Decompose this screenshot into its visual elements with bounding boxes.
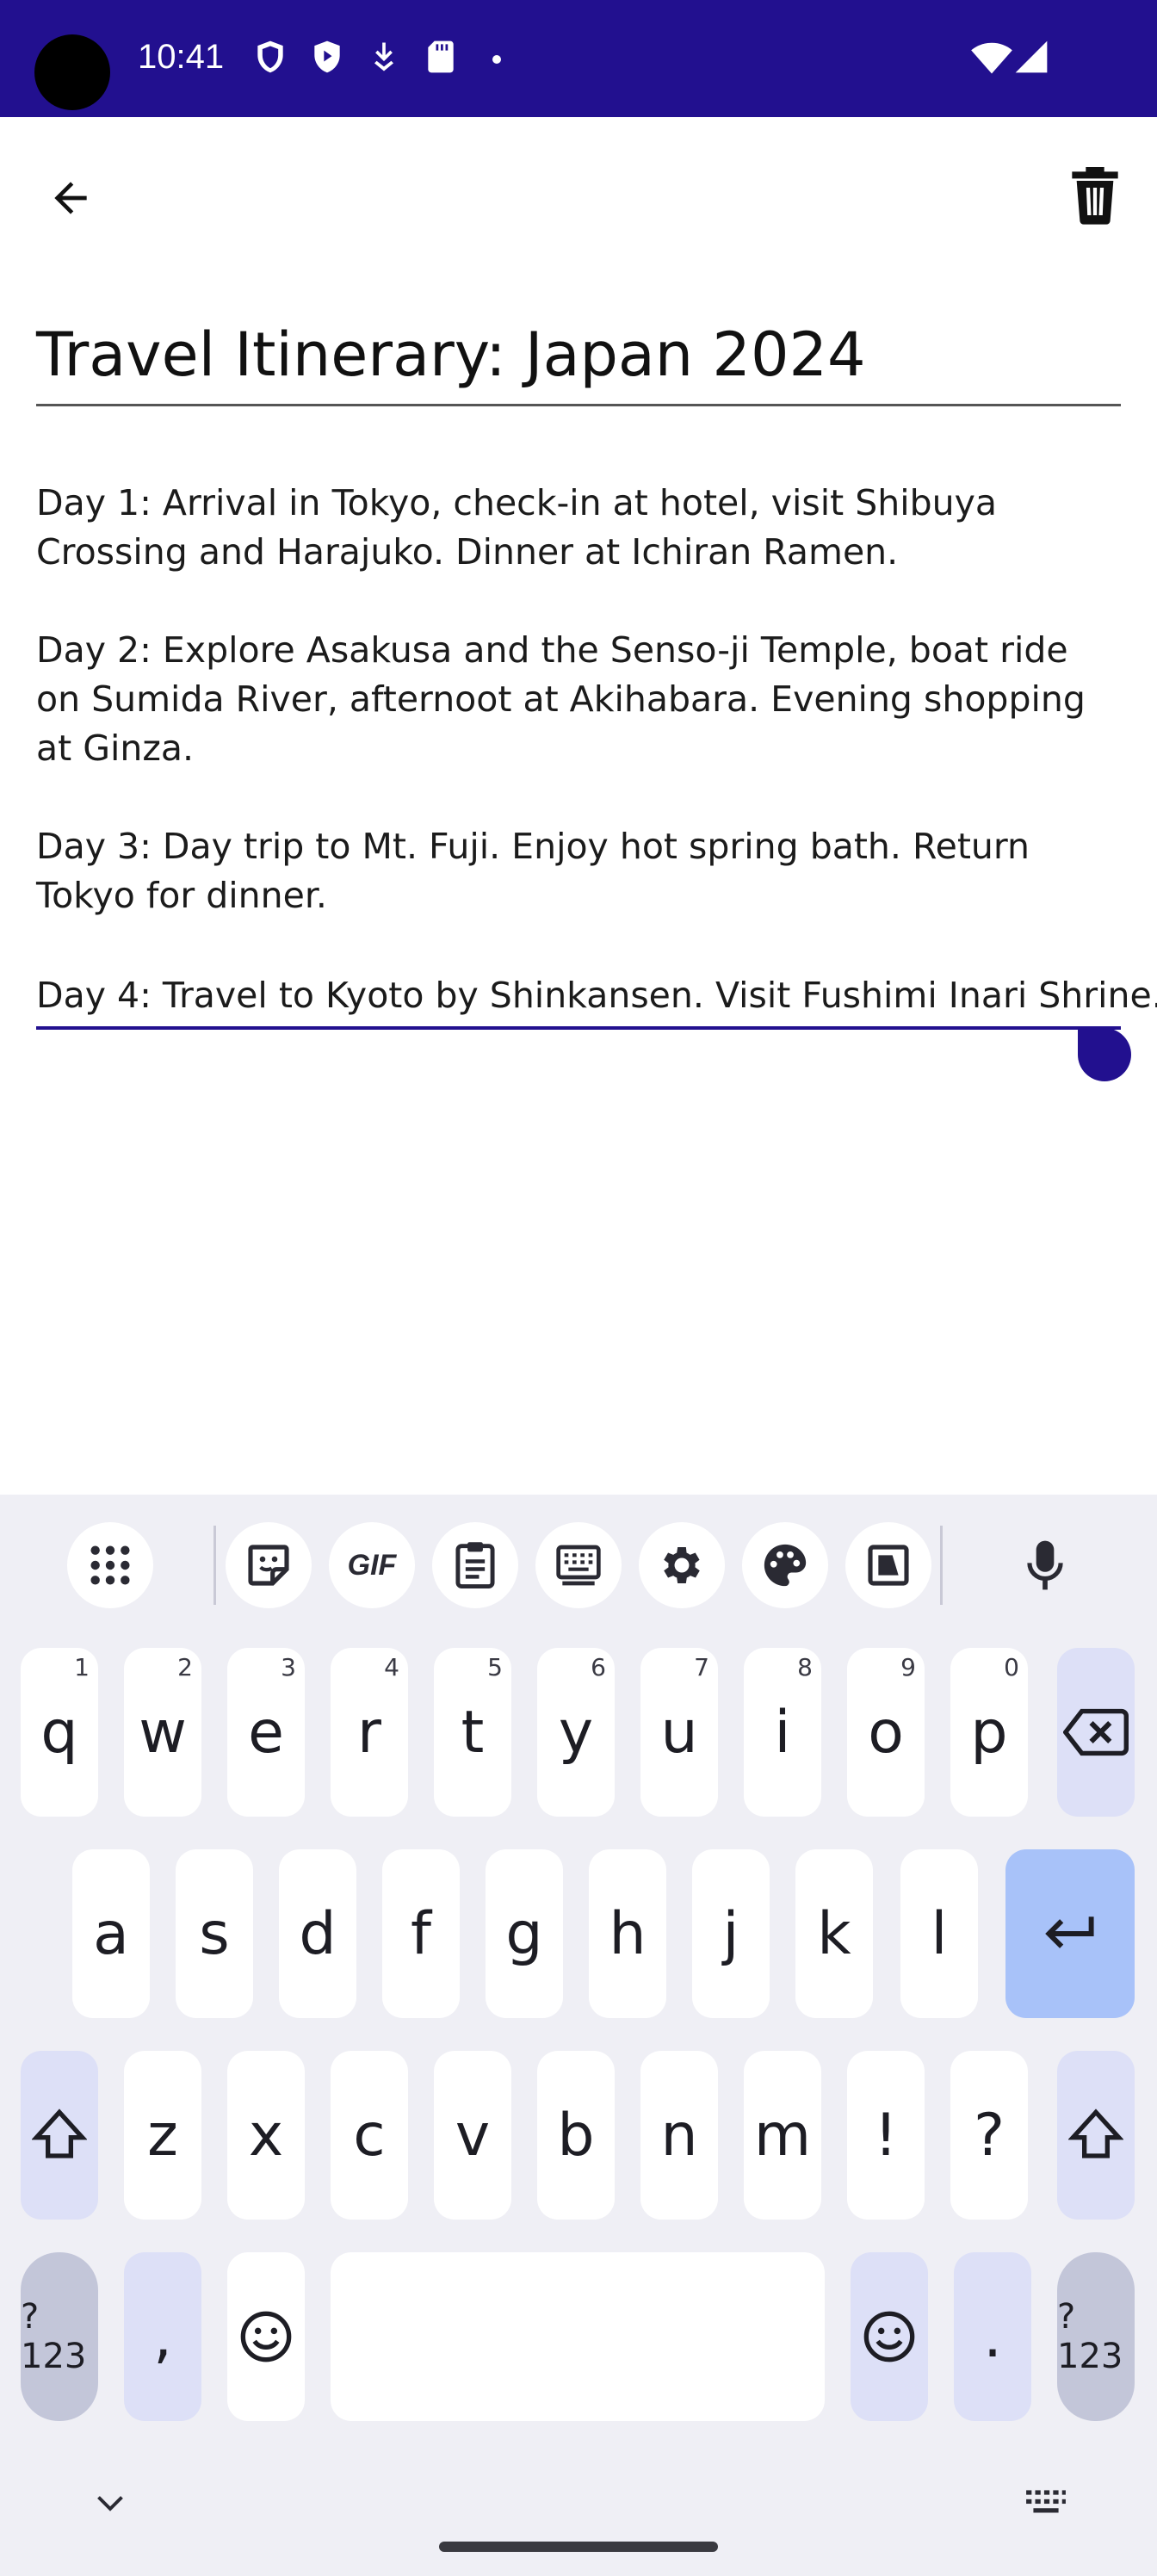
camera-cutout — [34, 34, 110, 110]
arrow-back-icon — [54, 182, 87, 214]
sticker-icon — [248, 1545, 289, 1586]
key-a[interactable]: a — [72, 1849, 150, 2018]
cursor-handle[interactable] — [1078, 1028, 1131, 1081]
status-time: 10:41 — [138, 38, 225, 76]
period-key[interactable]: . — [954, 2252, 1031, 2421]
symbols-key-left[interactable]: ?123 — [21, 2252, 98, 2421]
enter-key[interactable] — [1005, 1849, 1135, 2018]
key-t[interactable]: t5 — [434, 1648, 511, 1817]
key-w[interactable]: w2 — [124, 1648, 201, 1817]
theme-button[interactable] — [742, 1522, 828, 1608]
key-k[interactable]: k — [795, 1849, 873, 2018]
back-button[interactable] — [28, 155, 114, 241]
key-x[interactable]: x — [227, 2051, 305, 2220]
note-body-field[interactable]: Day 1: Arrival in Tokyo, check-in at hot… — [36, 479, 1157, 1030]
play-protect-icon — [314, 40, 340, 73]
key-y[interactable]: y6 — [537, 1648, 615, 1817]
emoji-key[interactable] — [227, 2252, 305, 2421]
shift-icon — [1068, 2108, 1123, 2158]
toolbar-divider — [940, 1526, 943, 1605]
signal-icon — [1015, 40, 1048, 73]
trash-icon — [1072, 167, 1118, 225]
key-v[interactable]: v — [434, 2051, 511, 2220]
soft-keyboard: GIF q1 w2 e3 r4 t5 y6 u7 i8 o9 p0 a s d … — [0, 1495, 1157, 2576]
key-u[interactable]: u7 — [640, 1648, 718, 1817]
key-i[interactable]: i8 — [744, 1648, 821, 1817]
note-title: Travel Itinerary: Japan 2024 — [36, 319, 866, 390]
backspace-icon — [1063, 1708, 1129, 1756]
key-p[interactable]: p0 — [950, 1648, 1028, 1817]
shift-key-right[interactable] — [1057, 2051, 1135, 2220]
note-paragraph: Day 3: Day trip to Mt. Fuji. Enjoy hot s… — [36, 826, 1030, 916]
app-bar — [0, 117, 1157, 262]
key-m[interactable]: m — [744, 2051, 821, 2220]
note-paragraph: Day 1: Arrival in Tokyo, check-in at hot… — [36, 482, 998, 573]
key-z[interactable]: z — [124, 2051, 201, 2220]
apps-grid-button[interactable] — [67, 1522, 153, 1608]
settings-icon — [664, 1546, 700, 1584]
hide-keyboard-chevron-icon[interactable] — [95, 2493, 126, 2514]
settings-button[interactable] — [639, 1522, 725, 1608]
key-f[interactable]: f — [382, 1849, 460, 2018]
apps-grid-icon — [90, 1545, 130, 1585]
key-h[interactable]: h — [589, 1849, 666, 2018]
key-q[interactable]: q1 — [21, 1648, 98, 1817]
enter-icon — [1045, 1917, 1094, 1948]
shield-icon — [257, 40, 283, 73]
toolbar-divider — [213, 1526, 216, 1605]
emoji-icon — [863, 2311, 915, 2362]
comma-key[interactable]: , — [124, 2252, 201, 2421]
key-d[interactable]: d — [279, 1849, 356, 2018]
note-paragraph-active: Day 4: Travel to Kyoto by Shinkansen. Vi… — [36, 969, 1157, 1020]
voice-input-button[interactable] — [1002, 1522, 1088, 1608]
space-key[interactable] — [331, 2252, 825, 2421]
keyboard-layout-button[interactable] — [535, 1522, 622, 1608]
status-bar: 10:41 — [0, 0, 1157, 117]
mic-icon — [1027, 1540, 1063, 1590]
key-c[interactable]: c — [331, 2051, 408, 2220]
note-paragraph-text: Day 4: Travel to Kyoto by Shinkansen. Vi… — [36, 975, 1157, 1016]
gif-icon: GIF — [347, 1548, 397, 1582]
note-title-field[interactable]: Travel Itinerary: Japan 2024 — [36, 310, 1121, 406]
key-o[interactable]: o9 — [847, 1648, 925, 1817]
key-question[interactable]: ? — [950, 2051, 1028, 2220]
download-icon — [374, 42, 393, 71]
delete-button[interactable] — [1052, 152, 1138, 238]
palette-icon — [764, 1544, 807, 1587]
backspace-key[interactable] — [1057, 1648, 1135, 1817]
key-l[interactable]: l — [900, 1849, 978, 2018]
key-n[interactable]: n — [640, 2051, 718, 2220]
screenshot-button[interactable] — [845, 1522, 931, 1608]
emoji-key-right[interactable] — [851, 2252, 928, 2421]
gif-button[interactable]: GIF — [329, 1522, 415, 1608]
key-exclamation[interactable]: ! — [847, 2051, 925, 2220]
clipboard-icon — [455, 1542, 495, 1588]
symbols-key-right[interactable]: ?123 — [1057, 2252, 1135, 2421]
notes-app-screen: 10:41 Travel Itinerary: Japan 2024 Day 1… — [0, 0, 1157, 2576]
clipboard-button[interactable] — [432, 1522, 518, 1608]
sd-card-icon — [428, 40, 454, 73]
wifi-icon — [971, 42, 1012, 74]
screenshot-icon — [868, 1545, 909, 1586]
key-j[interactable]: j — [692, 1849, 770, 2018]
shift-icon — [32, 2108, 87, 2158]
emoji-icon — [240, 2311, 292, 2362]
key-b[interactable]: b — [537, 2051, 615, 2220]
key-e[interactable]: e3 — [227, 1648, 305, 1817]
sticker-button[interactable] — [226, 1522, 312, 1608]
keyboard-layout-icon — [556, 1545, 601, 1586]
home-indicator[interactable] — [439, 2542, 718, 2552]
shift-key-left[interactable] — [21, 2051, 98, 2220]
key-g[interactable]: g — [486, 1849, 563, 2018]
key-s[interactable]: s — [176, 1849, 253, 2018]
note-paragraph: Day 2: Explore Asakusa and the Senso-ji … — [36, 629, 1086, 769]
notification-dot — [492, 55, 501, 64]
keyboard-switch-icon[interactable] — [1024, 2488, 1067, 2517]
key-r[interactable]: r4 — [331, 1648, 408, 1817]
